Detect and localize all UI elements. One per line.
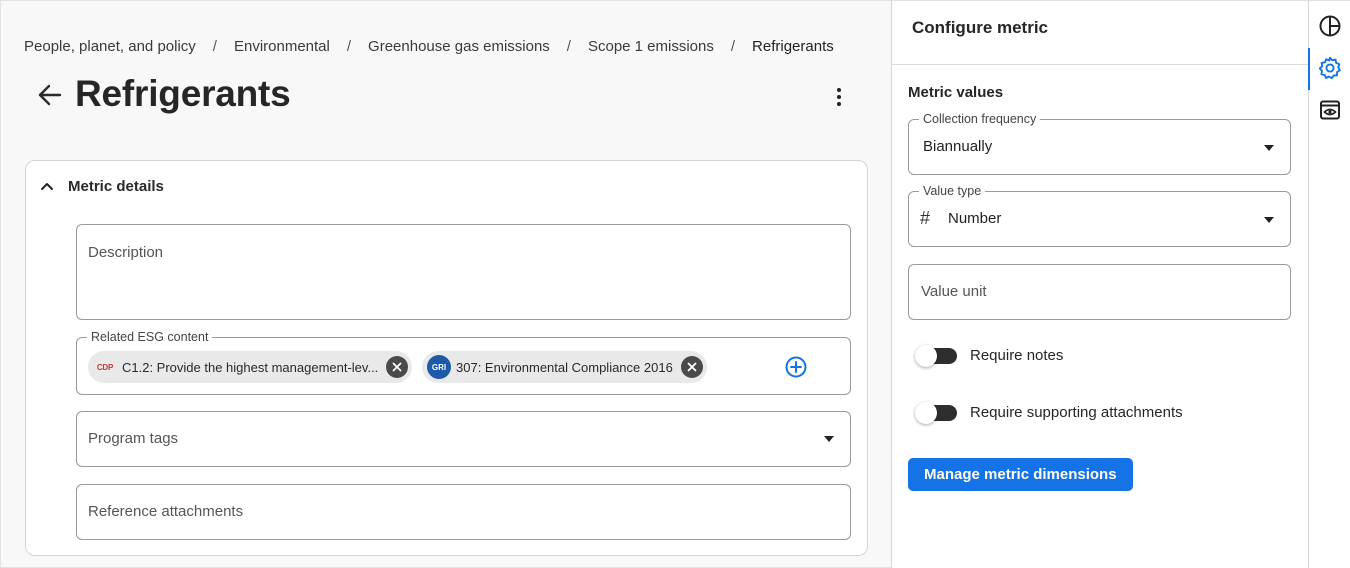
breadcrumb-current: Refrigerants xyxy=(752,38,834,55)
breadcrumb-item-ghg-emissions[interactable]: Greenhouse gas emissions xyxy=(368,38,550,55)
description-field[interactable]: Description xyxy=(76,224,851,320)
cdp-logo-text: CDP xyxy=(96,362,114,372)
toggle-knob xyxy=(915,401,937,424)
related-esg-content-label: Related ESG content xyxy=(87,330,213,344)
related-esg-content-field: Related ESG content CDP C1.2: Provide th… xyxy=(76,330,851,395)
value-type-label: Value type xyxy=(919,184,986,198)
program-tags-placeholder: Program tags xyxy=(88,430,179,447)
arrow-left-icon xyxy=(38,84,62,106)
gri-logo-icon: GRI xyxy=(426,355,452,379)
breadcrumb-separator: / xyxy=(212,38,217,55)
manage-metric-dimensions-button[interactable]: Manage metric dimensions xyxy=(908,458,1133,491)
close-icon xyxy=(687,362,697,372)
close-icon xyxy=(392,362,402,372)
esg-chip-label: C1.2: Provide the highest management-lev… xyxy=(122,359,379,375)
esg-chip-gri[interactable]: GRI 307: Environmental Compliance 2016 xyxy=(422,351,707,383)
require-notes-label: Require notes xyxy=(970,347,1064,364)
toggle-knob xyxy=(915,344,937,367)
configure-metric-panel: Configure metric Metric values Collectio… xyxy=(891,0,1308,568)
value-unit-placeholder: Value unit xyxy=(921,283,987,300)
main-pane: People, planet, and policy / Environment… xyxy=(0,0,891,568)
more-options-button[interactable] xyxy=(831,85,847,109)
require-attachments-row: Require supporting attachments xyxy=(915,401,1183,424)
esg-chip-cdp[interactable]: CDP C1.2: Provide the highest management… xyxy=(88,351,413,383)
reference-attachments-placeholder: Reference attachments xyxy=(88,503,244,520)
reference-attachments-field[interactable]: Reference attachments xyxy=(76,484,851,540)
add-esg-content-button[interactable] xyxy=(785,356,807,378)
cdp-logo-icon: CDP xyxy=(92,355,118,379)
gri-logo-text: GRI xyxy=(427,355,451,379)
breadcrumb-separator: / xyxy=(346,38,352,55)
value-unit-field[interactable]: Value unit xyxy=(908,264,1291,320)
remove-chip-button[interactable] xyxy=(680,356,703,378)
caret-down-icon xyxy=(1264,145,1274,151)
remove-chip-button[interactable] xyxy=(386,356,409,378)
breadcrumb-item-environmental[interactable]: Environmental xyxy=(234,38,330,55)
preview-icon[interactable] xyxy=(1317,97,1343,123)
metric-details-heading: Metric details xyxy=(68,177,164,195)
caret-down-icon xyxy=(824,436,834,442)
plus-circle-icon xyxy=(785,356,807,378)
back-button[interactable] xyxy=(35,81,63,109)
value-type-select[interactable]: Value type # Number xyxy=(908,184,1291,247)
description-placeholder: Description xyxy=(88,244,164,261)
metric-details-toggle[interactable]: Metric details xyxy=(40,175,164,197)
hash-icon: # xyxy=(920,208,931,228)
program-tags-select[interactable]: Program tags xyxy=(76,411,851,467)
require-attachments-toggle[interactable] xyxy=(915,401,957,424)
panel-divider xyxy=(892,64,1308,65)
icon-rail xyxy=(1308,0,1350,568)
value-type-value: Number xyxy=(948,210,1002,227)
require-attachments-label: Require supporting attachments xyxy=(970,404,1183,421)
collection-frequency-label: Collection frequency xyxy=(919,112,1041,126)
metric-values-heading: Metric values xyxy=(908,84,1004,101)
breadcrumb-separator: / xyxy=(730,38,736,55)
kebab-dot xyxy=(837,88,841,92)
breadcrumb-separator: / xyxy=(566,38,571,55)
caret-down-icon xyxy=(1264,217,1274,223)
gear-icon[interactable] xyxy=(1317,55,1343,81)
panel-title: Configure metric xyxy=(912,18,1049,37)
breadcrumb-item-scope1[interactable]: Scope 1 emissions xyxy=(588,38,714,55)
metric-details-card: Metric details Description Related ESG c… xyxy=(25,160,868,556)
title-row: Refrigerants xyxy=(35,73,855,121)
require-notes-toggle[interactable] xyxy=(915,344,957,367)
pie-chart-icon[interactable] xyxy=(1317,13,1343,39)
kebab-dot xyxy=(837,102,841,106)
collection-frequency-value: Biannually xyxy=(923,138,993,155)
chevron-up-icon xyxy=(40,179,54,193)
require-notes-row: Require notes xyxy=(915,344,1064,367)
esg-chip-label: 307: Environmental Compliance 2016 xyxy=(456,359,673,375)
kebab-dot xyxy=(837,95,841,99)
breadcrumb: People, planet, and policy / Environment… xyxy=(24,38,834,55)
page-title: Refrigerants xyxy=(75,73,291,114)
rail-active-indicator xyxy=(1308,48,1310,90)
breadcrumb-item-people-planet-policy[interactable]: People, planet, and policy xyxy=(24,38,196,55)
collection-frequency-select[interactable]: Collection frequency Biannually xyxy=(908,112,1291,175)
